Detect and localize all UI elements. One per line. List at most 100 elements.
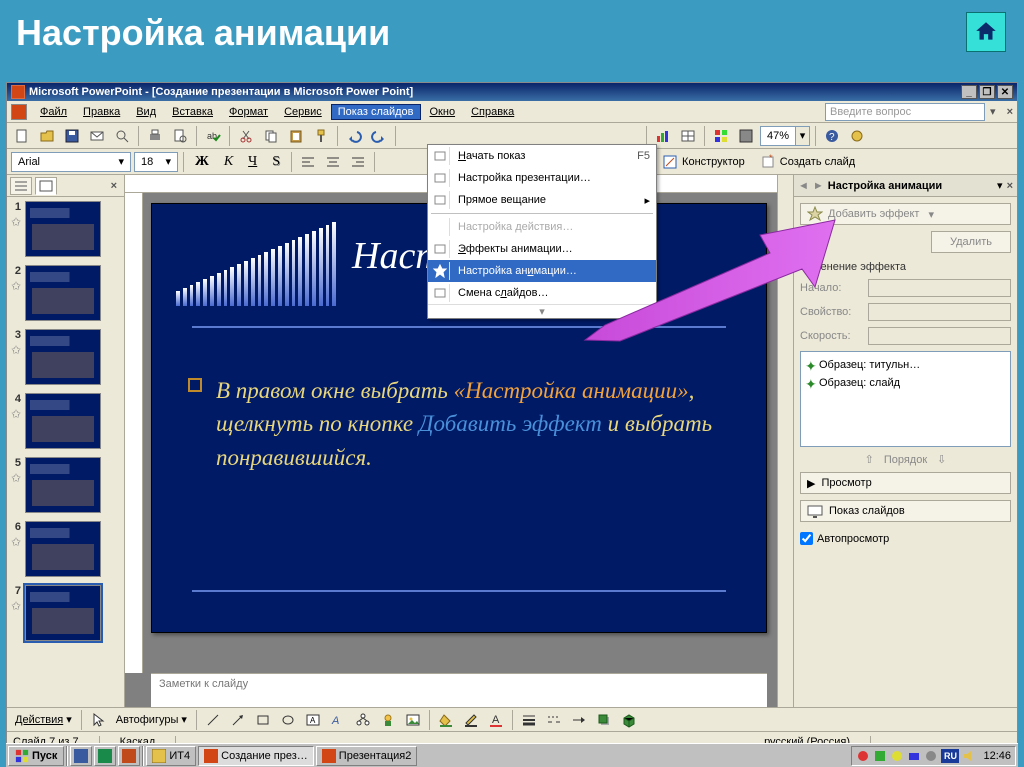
task-button[interactable]: Презентация2 <box>316 746 418 766</box>
effects-list[interactable]: ✦Образец: титульн… ✦Образец: слайд <box>800 351 1011 447</box>
add-effect-button[interactable]: Добавить эффект▾ <box>800 203 1011 225</box>
autoview-checkbox[interactable]: Автопросмотр <box>800 532 1011 545</box>
start-button[interactable]: Пуск <box>8 746 64 766</box>
spellcheck-button[interactable]: ab <box>202 125 224 147</box>
close-button[interactable]: ✕ <box>997 85 1013 99</box>
autoshapes-menu[interactable]: Автофигуры ▾ <box>112 713 191 726</box>
select-tool[interactable] <box>87 709 109 731</box>
format-painter-button[interactable] <box>310 125 332 147</box>
restore-button[interactable]: ❐ <box>979 85 995 99</box>
menu-view[interactable]: Вид <box>129 104 163 120</box>
font-size-combo[interactable]: 18▾ <box>134 152 178 172</box>
tray-icon[interactable] <box>856 749 870 763</box>
task-button[interactable]: ИТ4 <box>146 746 196 766</box>
preview-button[interactable] <box>169 125 191 147</box>
remove-effect-button[interactable]: Удалить <box>931 231 1011 253</box>
thumbnail-row[interactable]: 3✩ <box>11 329 120 385</box>
actions-menu[interactable]: Действия ▾ <box>11 713 76 726</box>
save-button[interactable] <box>61 125 83 147</box>
tray-icon[interactable] <box>890 749 904 763</box>
list-item[interactable]: ✦Образец: титульн… <box>805 356 1006 374</box>
menu-tools[interactable]: Сервис <box>277 104 329 120</box>
grayscale-button[interactable] <box>735 125 757 147</box>
taskpane-close-button[interactable]: × <box>1007 180 1013 192</box>
picture-tool[interactable] <box>402 709 424 731</box>
menu-slideshow[interactable]: Показ слайдов <box>331 104 421 120</box>
line-style-tool[interactable] <box>518 709 540 731</box>
align-right-button[interactable] <box>347 151 369 173</box>
designer-button[interactable]: Конструктор <box>656 151 751 173</box>
close-pane-button[interactable]: × <box>107 180 121 192</box>
taskpane-forward-button[interactable]: ► <box>813 180 824 192</box>
thumbnail-row[interactable]: 5✩ <box>11 457 120 513</box>
zoom-combo[interactable]: 47% ▾ <box>760 126 810 146</box>
task-button[interactable]: Создание през… <box>198 746 314 766</box>
copy-button[interactable] <box>260 125 282 147</box>
move-up-button[interactable]: ⇧ <box>865 453 874 466</box>
close-document-button[interactable]: × <box>1007 106 1013 118</box>
menu-item[interactable]: Прямое вещание▸ <box>428 189 656 211</box>
start-select[interactable] <box>868 279 1011 297</box>
quicklaunch-item[interactable] <box>70 746 92 766</box>
bold-button[interactable]: Ж <box>189 151 215 173</box>
menu-help[interactable]: Справка <box>464 104 521 120</box>
shadow-style-tool[interactable] <box>593 709 615 731</box>
menu-item[interactable]: Настройка презентации… <box>428 167 656 189</box>
print-button[interactable] <box>144 125 166 147</box>
assistant-button[interactable] <box>846 125 868 147</box>
align-center-button[interactable] <box>322 151 344 173</box>
threed-style-tool[interactable] <box>618 709 640 731</box>
menu-format[interactable]: Формат <box>222 104 275 120</box>
cut-button[interactable] <box>235 125 257 147</box>
align-left-button[interactable] <box>297 151 319 173</box>
ask-question-input[interactable]: Введите вопрос <box>825 103 985 121</box>
color-grid-button[interactable] <box>710 125 732 147</box>
redo-button[interactable] <box>368 125 390 147</box>
expand-menu-button[interactable]: ▾ <box>428 304 656 318</box>
menu-item[interactable]: Настройка анимации… <box>428 260 656 282</box>
list-item[interactable]: ✦Образец: слайд <box>805 374 1006 392</box>
taskpane-back-button[interactable]: ◄ <box>798 180 809 192</box>
tray-icon[interactable] <box>924 749 938 763</box>
quicklaunch-item[interactable] <box>118 746 140 766</box>
quicklaunch-item[interactable] <box>94 746 116 766</box>
thumbnail-row[interactable]: 6✩ <box>11 521 120 577</box>
line-color-tool[interactable] <box>460 709 482 731</box>
thumbnail-row[interactable]: 7✩ <box>11 585 120 641</box>
tray-icon[interactable] <box>873 749 887 763</box>
thumbnail-row[interactable]: 1✩ <box>11 201 120 257</box>
menu-item[interactable]: Начать показF5 <box>428 145 656 167</box>
notes-input[interactable]: Заметки к слайду <box>151 673 767 707</box>
font-color-tool[interactable]: A <box>485 709 507 731</box>
menu-item[interactable]: Смена слайдов… <box>428 282 656 304</box>
help-button[interactable]: ? <box>821 125 843 147</box>
line-tool[interactable] <box>202 709 224 731</box>
minimize-button[interactable]: _ <box>961 85 977 99</box>
font-combo[interactable]: Arial▾ <box>11 152 131 172</box>
undo-button[interactable] <box>343 125 365 147</box>
table-button[interactable] <box>677 125 699 147</box>
new-button[interactable] <box>11 125 33 147</box>
menu-file[interactable]: Файл <box>33 104 74 120</box>
menu-edit[interactable]: Правка <box>76 104 127 120</box>
textbox-tool[interactable]: A <box>302 709 324 731</box>
fill-color-tool[interactable] <box>435 709 457 731</box>
slideshow-button[interactable]: Показ слайдов <box>800 500 1011 522</box>
mail-button[interactable] <box>86 125 108 147</box>
search-button[interactable] <box>111 125 133 147</box>
outline-tab[interactable] <box>10 177 32 195</box>
tray-icon[interactable] <box>907 749 921 763</box>
speed-select[interactable] <box>868 327 1011 345</box>
vertical-scrollbar[interactable] <box>777 175 793 707</box>
clipart-tool[interactable] <box>377 709 399 731</box>
menu-insert[interactable]: Вставка <box>165 104 220 120</box>
preview-button[interactable]: ▶Просмотр <box>800 472 1011 494</box>
language-badge[interactable]: RU <box>941 749 959 763</box>
taskpane-menu-button[interactable]: ▾ <box>997 179 1003 192</box>
paste-button[interactable] <box>285 125 307 147</box>
property-select[interactable] <box>868 303 1011 321</box>
oval-tool[interactable] <box>277 709 299 731</box>
home-badge[interactable] <box>966 12 1006 52</box>
underline-button[interactable]: Ч <box>242 151 263 173</box>
new-slide-button[interactable]: *Создать слайд <box>754 151 861 173</box>
